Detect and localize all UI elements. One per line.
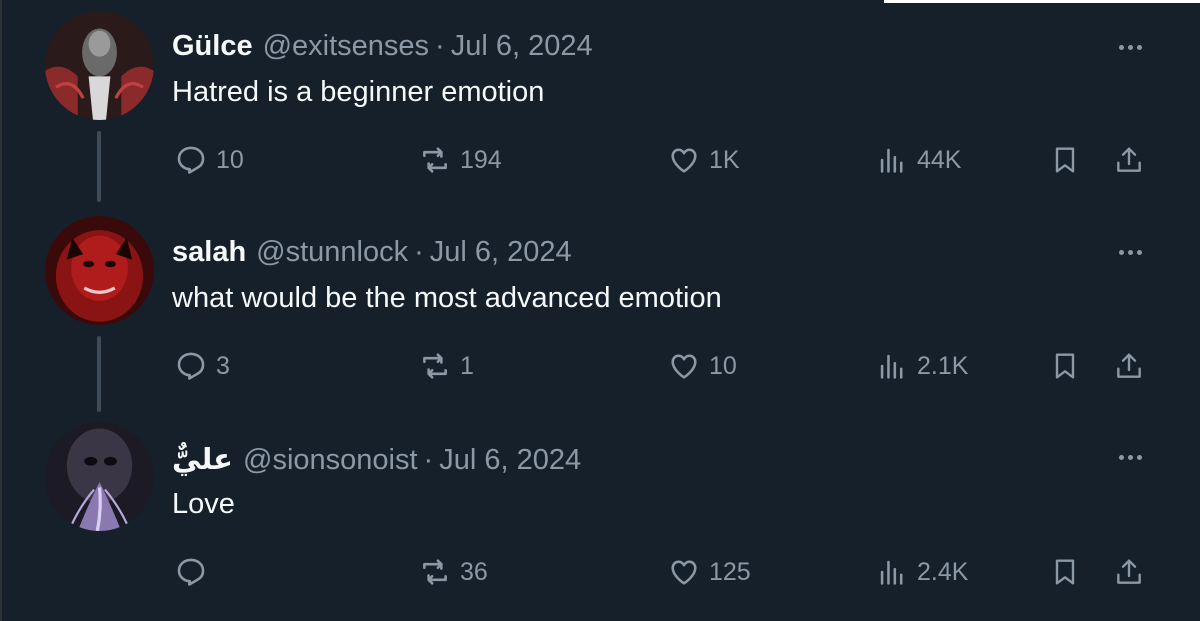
user-handle[interactable]: @sionsonoist: [243, 444, 418, 477]
repost-button[interactable]: 194: [418, 140, 502, 180]
separator: ·: [414, 236, 424, 268]
action-bar: 10 194 1K 44K: [2, 140, 1200, 180]
heart-icon: [671, 560, 697, 585]
bookmark-icon: [1055, 353, 1075, 379]
avatar[interactable]: [45, 216, 154, 325]
views-icon: [880, 560, 903, 585]
user-handle[interactable]: @exitsenses: [263, 30, 429, 63]
reply-button[interactable]: 3: [174, 346, 230, 386]
heart-icon: [671, 148, 697, 173]
tweet-text: what would be the most advanced emotion: [172, 282, 722, 314]
reply-icon: [177, 558, 205, 586]
views-button[interactable]: 2.1K: [875, 346, 968, 386]
share-button[interactable]: [1113, 346, 1145, 386]
reply-icon: [177, 352, 205, 380]
reply-button[interactable]: 10: [174, 140, 244, 180]
separator: ·: [423, 444, 434, 476]
heart-icon: [671, 354, 697, 379]
views-button[interactable]: 44K: [875, 140, 961, 180]
views-button[interactable]: 2.4K: [875, 552, 968, 592]
post-date[interactable]: Jul 6, 2024: [439, 444, 581, 477]
share-icon: [1117, 559, 1141, 584]
views-count: 44K: [917, 145, 962, 174]
bookmark-icon: [1055, 559, 1075, 585]
avatar[interactable]: [45, 11, 154, 120]
action-bar: 36 125 2.4K: [2, 552, 1200, 592]
reply-thread: Gülce @exitsenses · Jul 6, 2024 Hatred i…: [0, 0, 1200, 621]
views-count: 2.4K: [917, 557, 969, 586]
repost-count: 1: [460, 351, 474, 380]
display-name[interactable]: عليٌّ: [172, 442, 233, 477]
avatar-image: [45, 216, 154, 325]
repost-icon: [423, 147, 447, 173]
like-button[interactable]: 10: [667, 346, 737, 386]
bookmark-button[interactable]: [1049, 140, 1081, 180]
more-dots-icon[interactable]: [1110, 447, 1150, 467]
bookmark-icon: [1055, 147, 1075, 173]
repost-icon: [423, 559, 447, 585]
share-icon: [1117, 147, 1141, 172]
action-bar: 3 1 10 2.1K: [2, 346, 1200, 386]
share-button[interactable]: [1113, 140, 1145, 180]
tweet-header: Gülce @exitsenses · Jul 6, 2024: [172, 30, 593, 63]
views-icon: [880, 354, 903, 379]
like-button[interactable]: 1K: [667, 140, 740, 180]
like-count: 1K: [709, 145, 740, 174]
reply-icon: [177, 146, 205, 174]
more-dots-icon[interactable]: [1110, 242, 1150, 262]
views-count: 2.1K: [917, 351, 969, 380]
display-name[interactable]: salah: [172, 236, 246, 269]
tweet-text: Love: [172, 488, 235, 520]
avatar-image: [45, 422, 154, 531]
share-icon: [1117, 353, 1141, 378]
like-count: 10: [709, 351, 737, 380]
tweet-text: Hatred is a beginner emotion: [172, 76, 545, 108]
bookmark-button[interactable]: [1049, 346, 1081, 386]
reply-count: 10: [216, 145, 244, 174]
bookmark-button[interactable]: [1049, 552, 1081, 592]
tweet-header: عليٌّ @sionsonoist · Jul 6, 2024: [172, 442, 581, 477]
avatar[interactable]: [45, 422, 154, 531]
views-icon: [880, 148, 903, 173]
share-button[interactable]: [1113, 552, 1145, 592]
repost-count: 36: [460, 557, 488, 586]
tweet-header: salah @stunnlock · Jul 6, 2024: [172, 236, 572, 269]
repost-button[interactable]: 1: [418, 346, 474, 386]
more-dots-icon[interactable]: [1110, 37, 1150, 57]
reply-count: 3: [216, 351, 230, 380]
display-name[interactable]: Gülce: [172, 30, 253, 63]
like-count: 125: [709, 557, 751, 586]
separator: ·: [435, 30, 445, 62]
user-handle[interactable]: @stunnlock: [256, 236, 408, 269]
repost-icon: [423, 353, 447, 379]
reply-button[interactable]: [174, 552, 216, 592]
avatar-image: [45, 11, 154, 120]
post-date[interactable]: Jul 6, 2024: [430, 236, 572, 269]
top-edge: [884, 0, 1200, 3]
repost-count: 194: [460, 145, 502, 174]
repost-button[interactable]: 36: [418, 552, 488, 592]
post-date[interactable]: Jul 6, 2024: [451, 30, 593, 63]
like-button[interactable]: 125: [667, 552, 751, 592]
